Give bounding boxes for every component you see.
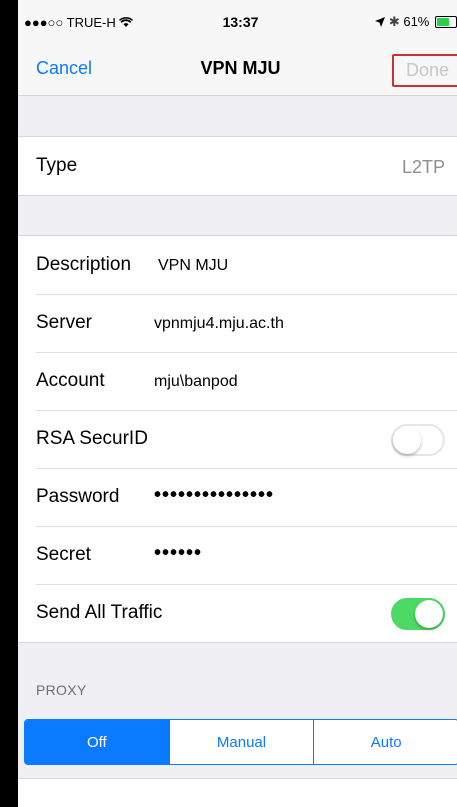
proxy-segmented-control: Off Manual Auto: [24, 719, 457, 765]
bluetooth-icon: ✱: [388, 14, 400, 29]
status-bar: ●●●○○ TRUE-H 13:37 ✱ 61%: [18, 0, 457, 40]
password-label: Password: [36, 486, 120, 507]
proxy-section-header: PROXY: [36, 682, 87, 698]
type-row[interactable]: Type L2TP: [18, 137, 457, 195]
send-all-traffic-row: Send All Traffic: [18, 584, 457, 642]
server-label: Server: [36, 312, 92, 333]
server-row[interactable]: Server vpnmju4.mju.ac.th: [18, 294, 457, 352]
toggle-knob: [415, 600, 443, 628]
phone-screen: ●●●○○ TRUE-H 13:37 ✱ 61% Cancel VPN MJU …: [18, 0, 457, 807]
rsa-securid-row: RSA SecurID: [18, 410, 457, 468]
battery-percent: 61%: [403, 14, 430, 29]
section-spacer: [18, 96, 457, 136]
server-field[interactable]: vpnmju4.mju.ac.th: [154, 315, 284, 333]
account-label: Account: [36, 370, 105, 391]
type-group: Type L2TP: [18, 136, 457, 196]
type-value: L2TP: [401, 157, 445, 177]
secret-row[interactable]: Secret ••••••: [18, 526, 457, 584]
location-arrow-icon: [375, 14, 389, 29]
password-row[interactable]: Password •••••••••••••••: [18, 468, 457, 526]
description-field[interactable]: VPN MJU: [158, 257, 228, 275]
secret-field[interactable]: ••••••: [154, 542, 202, 565]
account-field[interactable]: mju\banpod: [154, 373, 238, 391]
rsa-securid-toggle[interactable]: [391, 424, 445, 456]
type-label: Type: [36, 155, 78, 176]
next-group: [18, 778, 457, 807]
description-label: Description: [36, 254, 132, 275]
secret-label: Secret: [36, 544, 91, 565]
toggle-knob: [393, 426, 421, 454]
navigation-bar: Cancel VPN MJU Done: [18, 40, 457, 96]
send-all-traffic-toggle[interactable]: [391, 598, 445, 630]
description-row[interactable]: Description VPN MJU: [18, 236, 457, 294]
vpn-settings-group: Description VPN MJU Server vpnmju4.mju.a…: [18, 235, 457, 643]
rsa-securid-label: RSA SecurID: [36, 428, 148, 449]
send-all-traffic-label: Send All Traffic: [36, 602, 163, 623]
password-field[interactable]: •••••••••••••••: [154, 484, 274, 507]
account-row[interactable]: Account mju\banpod: [18, 352, 457, 410]
proxy-option-manual[interactable]: Manual: [168, 720, 314, 764]
status-right: ✱ 61%: [375, 14, 457, 30]
proxy-option-off[interactable]: Off: [25, 720, 169, 764]
proxy-option-auto[interactable]: Auto: [313, 720, 457, 764]
battery-icon: [435, 16, 457, 28]
done-button[interactable]: Done: [391, 54, 457, 87]
